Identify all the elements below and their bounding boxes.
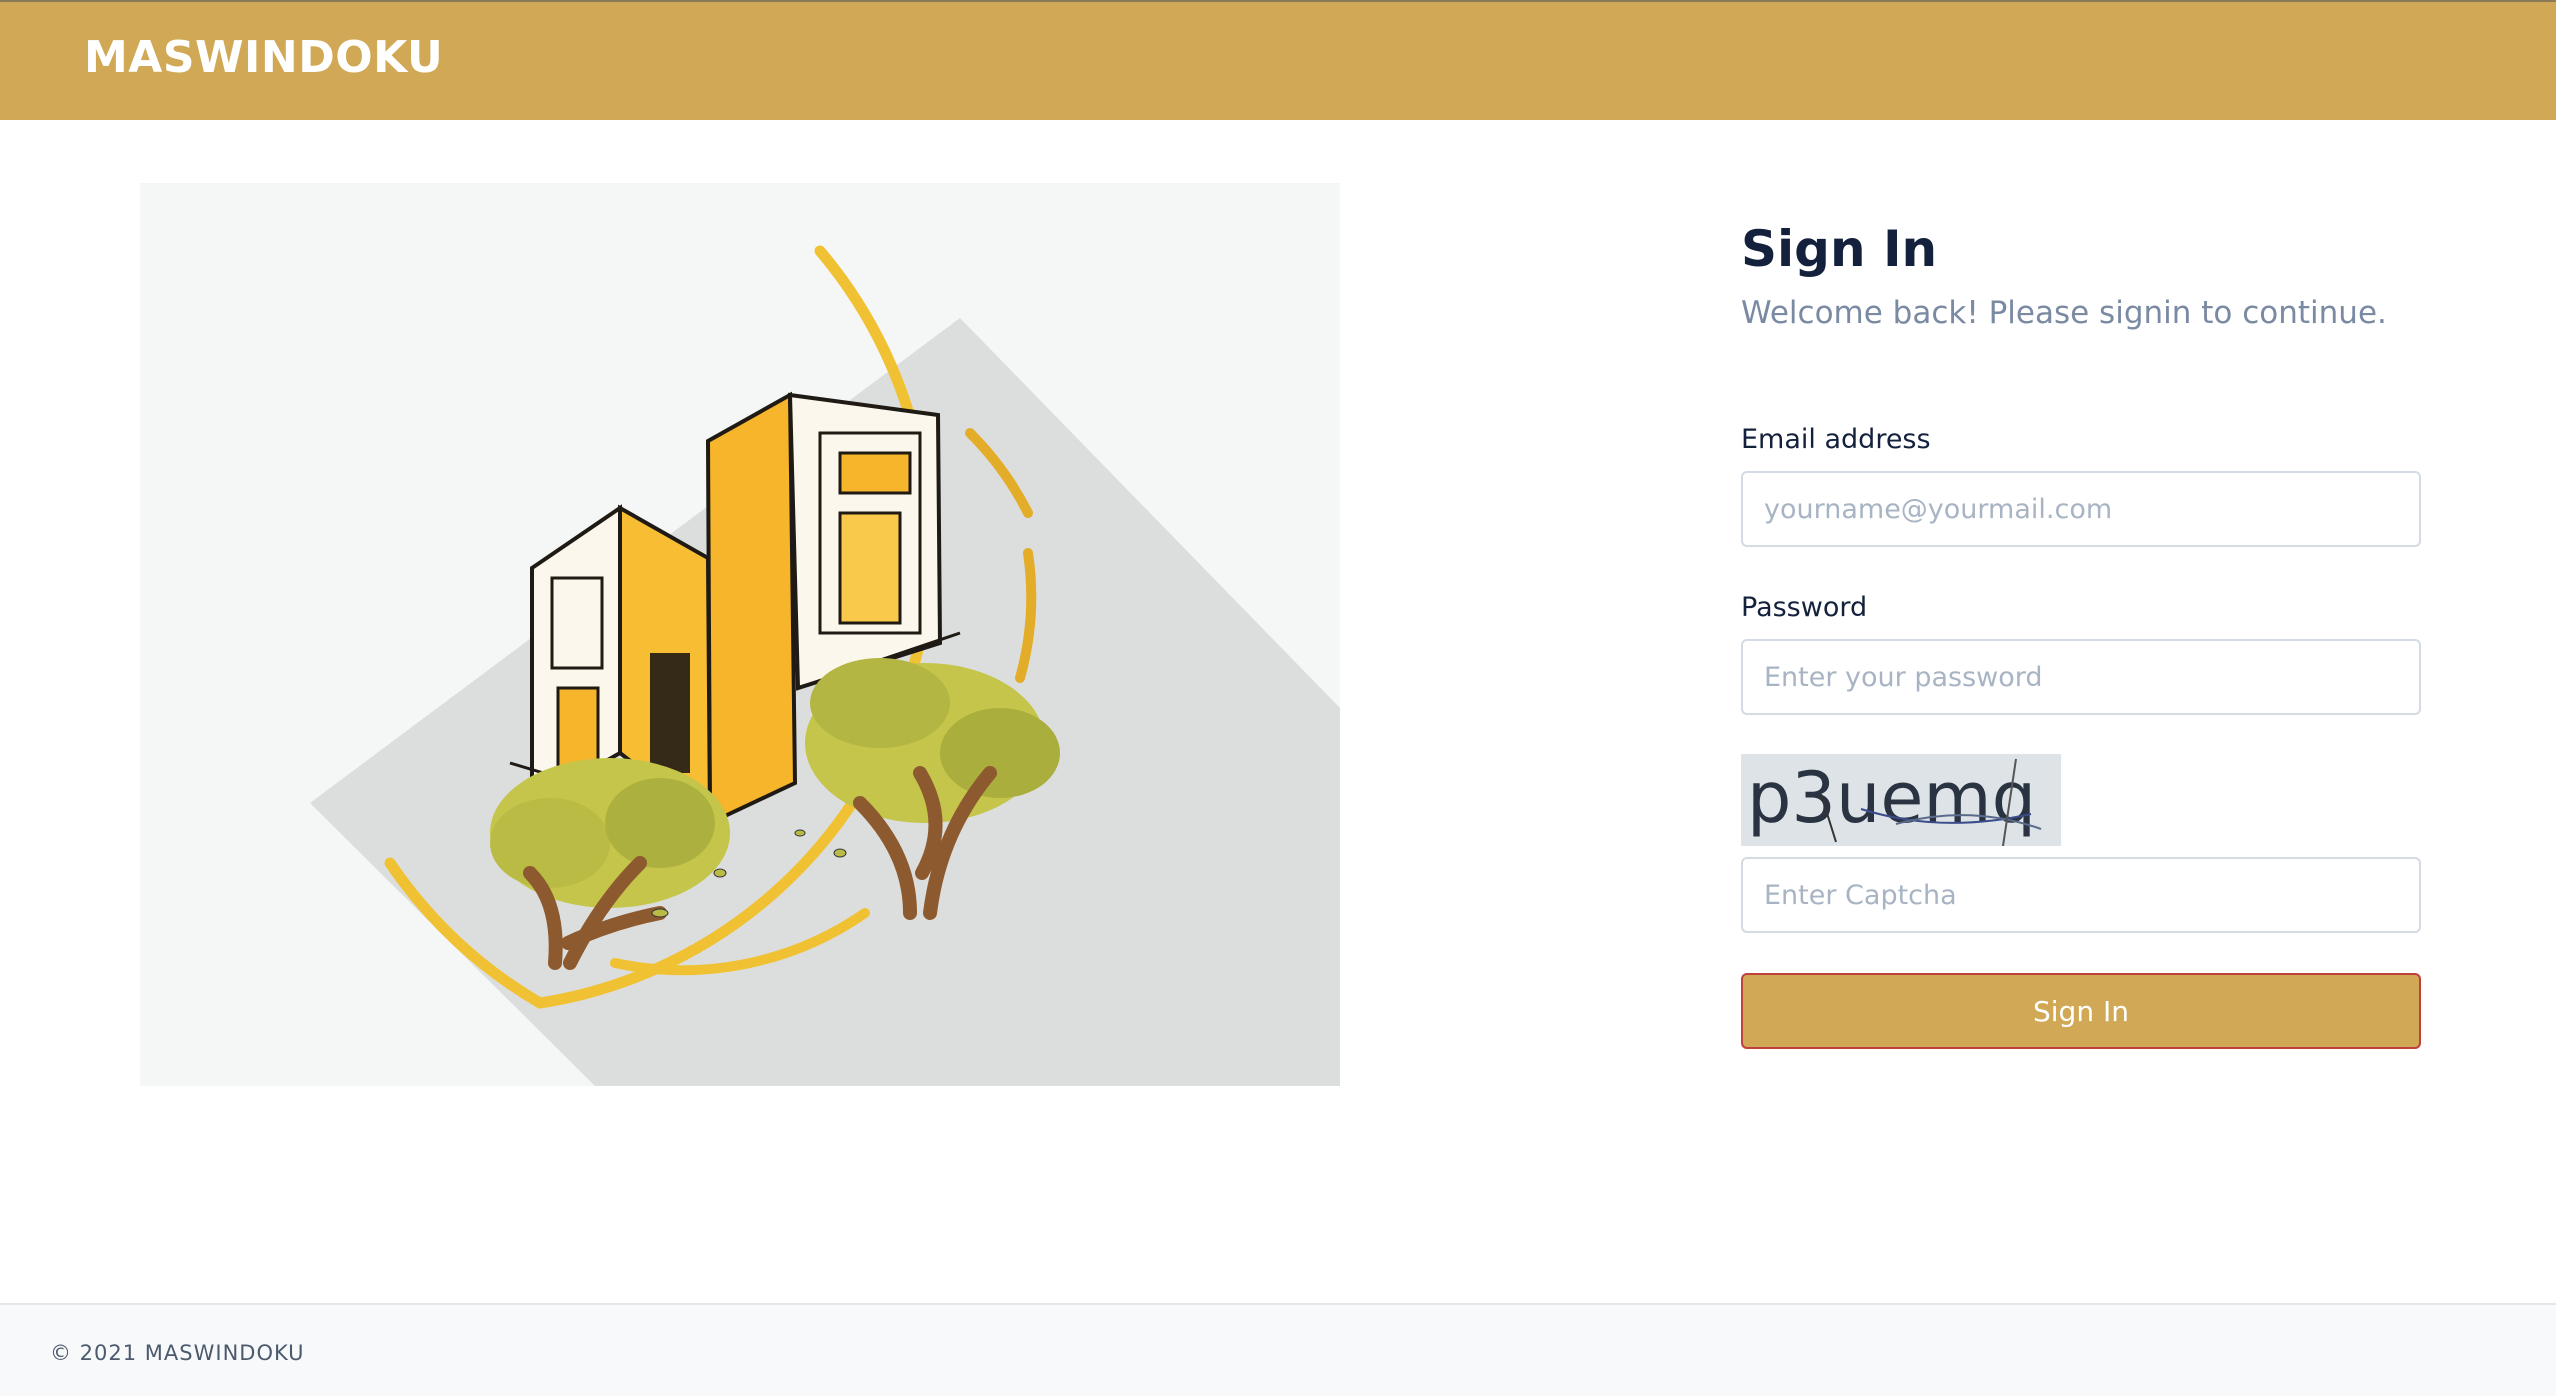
password-field[interactable] [1741,639,2421,715]
captcha-text: p3uemq [1747,757,2036,839]
email-field[interactable] [1741,471,2421,547]
footer: © 2021 MASWINDOKU [0,1303,2556,1396]
top-navbar: MASWINDOKU [0,0,2556,120]
login-illustration [140,183,1340,1086]
captcha-input[interactable] [1741,857,2421,933]
page-title: Sign In [1741,220,1938,278]
copyright-text: © 2021 MASWINDOKU [50,1341,305,1365]
password-label: Password [1741,592,1868,623]
email-label: Email address [1741,424,1931,455]
building-logo-illustration [310,245,1340,1086]
captcha-image: p3uemq [1741,754,2061,846]
brand-logo-text[interactable]: MASWINDOKU [84,32,443,83]
sign-in-button[interactable]: Sign In [1741,973,2421,1049]
page-subtitle: Welcome back! Please signin to continue. [1741,295,2387,331]
